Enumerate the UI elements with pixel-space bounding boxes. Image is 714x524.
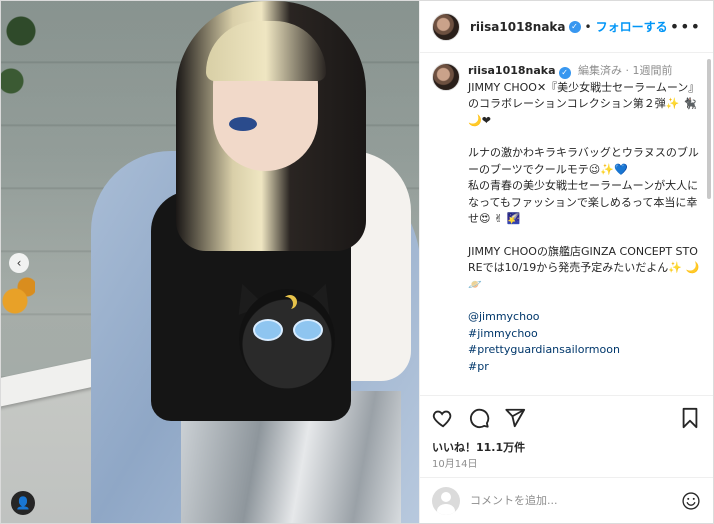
user-icon: 👤	[15, 496, 31, 510]
post-header: riisa1018naka ✓ • フォローする •••	[420, 1, 713, 53]
bookmark-icon	[682, 407, 698, 428]
chevron-left-icon: ‹	[16, 256, 22, 270]
caption-paragraph-2: ルナの激かわキラキラバッグとウラヌスのブルーのブーツでクールモテ😉✨💙	[468, 146, 699, 176]
caption-row: riisa1018naka ✓ 編集済み · 1週間前 JIMMY CHOO✕『美…	[432, 63, 701, 375]
post-photo[interactable]: ‹ 👤	[1, 1, 419, 523]
action-bar	[420, 395, 713, 439]
follow-button[interactable]: フォローする	[596, 18, 668, 35]
blue-lips	[229, 117, 257, 131]
caption-paragraph-4: JIMMY CHOOの旗艦店GINZA CONCEPT STOREでは10/19…	[468, 244, 703, 291]
scrollbar-thumb[interactable]	[707, 59, 711, 199]
crescent-moon	[279, 297, 293, 311]
bag-eye-left	[253, 319, 283, 341]
more-options-icon[interactable]: •••	[670, 17, 701, 36]
tagged-users-button[interactable]: 👤	[11, 491, 35, 515]
hashtag-link[interactable]: #prettyguardiansailormoon	[468, 342, 701, 359]
likes-count[interactable]: いいね！11.1万件	[420, 439, 713, 457]
previous-image-button[interactable]: ‹	[9, 253, 29, 273]
caption-meta: 編集済み · 1週間前	[578, 64, 673, 77]
bag-eye-right	[293, 319, 323, 341]
flower	[1, 271, 35, 331]
verified-badge-icon: ✓	[568, 20, 581, 33]
share-button[interactable]	[504, 407, 526, 429]
mention-link[interactable]: @jimmychoo	[468, 309, 701, 326]
save-button[interactable]	[679, 407, 701, 429]
caption-header: riisa1018naka ✓ 編集済み · 1週間前	[468, 63, 701, 80]
smile-icon[interactable]	[681, 491, 701, 511]
current-user-avatar	[432, 486, 460, 515]
comment-input[interactable]	[470, 494, 681, 507]
hashtag-link[interactable]: #pr	[468, 359, 701, 376]
plant	[1, 1, 41, 121]
separator-dot: •	[584, 19, 592, 34]
heart-icon	[432, 410, 452, 427]
instagram-post-modal: ‹ 👤 riisa1018naka ✓ • フォローする ••• riisa10…	[0, 0, 714, 524]
post-date[interactable]: 10月14日	[420, 457, 713, 477]
caption-verified-icon: ✓	[558, 67, 571, 79]
caption-gap	[468, 293, 701, 309]
caption-paragraph-1: JIMMY CHOO✕『美少女戦士セーラームーン』のコラボレーションコレクション…	[468, 80, 701, 127]
share-icon	[505, 408, 526, 427]
post-sidebar: riisa1018naka ✓ • フォローする ••• riisa1018na…	[419, 1, 713, 523]
caption-username[interactable]: riisa1018naka	[468, 64, 556, 77]
caption-paragraph-3: 私の青春の美少女戦士セーラームーンが大人になってもファッションで楽しめるって本当…	[468, 179, 699, 225]
comment-icon	[470, 408, 490, 428]
caption-body: riisa1018naka ✓ 編集済み · 1週間前 JIMMY CHOO✕『美…	[468, 63, 701, 375]
caption-avatar[interactable]	[432, 63, 460, 91]
comment-button[interactable]	[468, 407, 490, 429]
avatar[interactable]	[432, 12, 460, 41]
like-button[interactable]	[432, 407, 454, 429]
caption-gap	[468, 129, 701, 145]
hashtag-link[interactable]: #jimmychoo	[468, 326, 701, 343]
caption-area[interactable]: riisa1018naka ✓ 編集済み · 1週間前 JIMMY CHOO✕『美…	[420, 53, 713, 395]
header-username[interactable]: riisa1018naka	[470, 20, 566, 34]
comment-bar	[420, 477, 713, 523]
caption-gap	[468, 228, 701, 244]
